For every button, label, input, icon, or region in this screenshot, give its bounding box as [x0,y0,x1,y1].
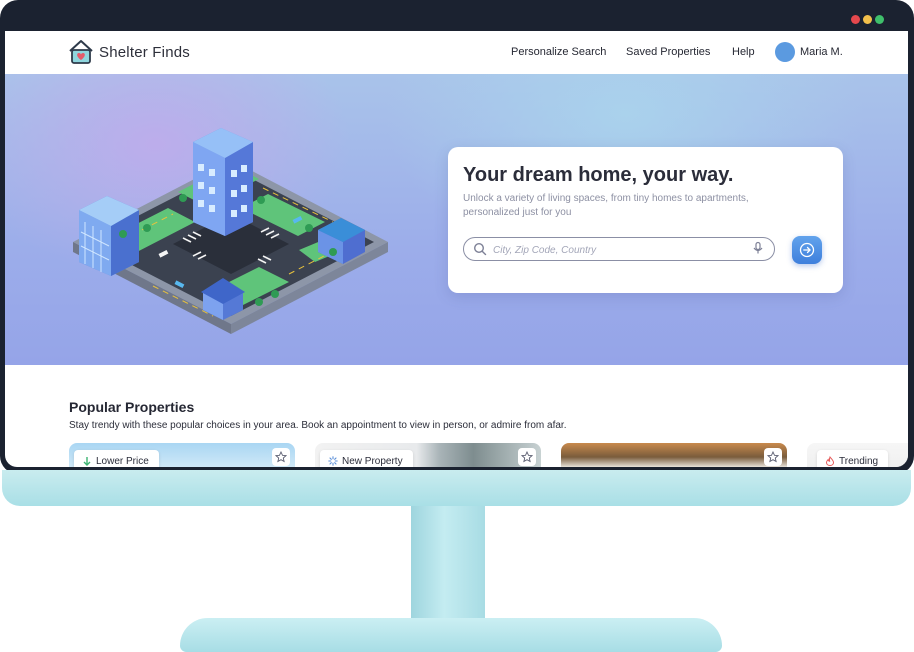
flame-icon [825,456,835,466]
hero-search-card: Your dream home, your way. Unlock a vari… [448,147,843,293]
monitor-stand-neck [411,506,485,624]
hero-subtitle: Unlock a variety of living spaces, from … [463,193,749,218]
search-box[interactable] [463,237,775,261]
window-minimize-dot[interactable] [863,15,872,24]
star-icon [767,451,779,463]
favorite-button[interactable] [518,448,536,466]
nav-help[interactable]: Help [732,46,755,58]
search-icon [473,242,487,256]
house-heart-icon[interactable] [67,38,95,66]
star-icon [275,451,287,463]
brand-name[interactable]: Shelter Finds [99,44,190,61]
favorite-button[interactable] [272,448,290,466]
nav-saved-properties[interactable]: Saved Properties [626,46,710,58]
search-submit-button[interactable] [792,236,822,264]
property-card[interactable]: New Property [315,443,541,467]
arrow-right-circle-icon [799,242,815,258]
badge-label: New Property [342,455,403,467]
property-card[interactable]: Trending [807,443,908,467]
nav-personalize-search[interactable]: Personalize Search [511,46,606,58]
window-maximize-dot[interactable] [875,15,884,24]
property-card[interactable] [561,443,787,467]
favorite-button[interactable] [764,448,782,466]
top-navbar: Shelter Finds Personalize Search Saved P… [5,31,908,75]
monitor-stand-base [180,618,722,652]
browser-viewport: Shelter Finds Personalize Search Saved P… [5,31,908,467]
badge-label: Lower Price [96,455,149,467]
badge-label: Trending [839,455,879,467]
arrow-down-icon [83,457,91,466]
microphone-icon[interactable] [751,241,765,255]
lower-price-badge: Lower Price [74,450,159,467]
hero-title: Your dream home, your way. [463,164,734,186]
popular-properties-title: Popular Properties [69,399,195,415]
star-icon [521,451,533,463]
new-property-badge: New Property [320,450,413,467]
popular-properties-subtitle: Stay trendy with these popular choices i… [69,420,567,431]
search-input[interactable] [491,240,745,260]
monitor-chin [2,470,911,506]
trending-badge: Trending [817,450,889,467]
hero-banner: Your dream home, your way. Unlock a vari… [5,74,908,365]
user-name[interactable]: Maria M. [800,46,843,58]
city-illustration [73,128,388,334]
window-close-dot[interactable] [851,15,860,24]
property-card[interactable]: Lower Price [69,443,295,467]
sparkle-icon [328,456,338,466]
user-avatar[interactable] [775,42,795,62]
monitor-frame: Shelter Finds Personalize Search Saved P… [0,0,914,474]
